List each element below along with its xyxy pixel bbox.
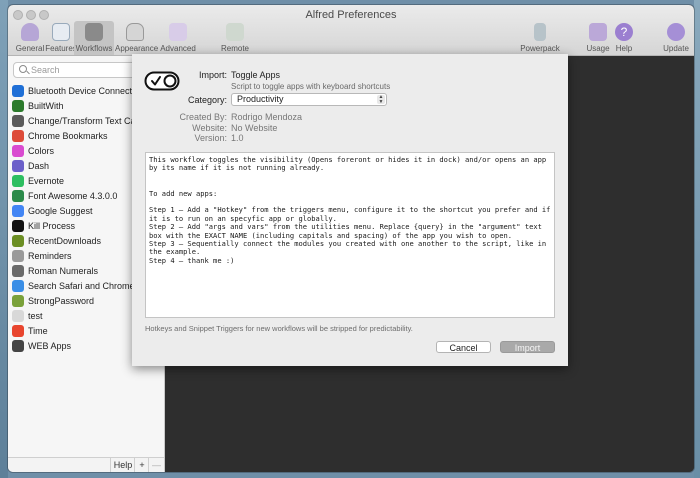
website-value: No Website <box>231 123 278 133</box>
window-title: Alfred Preferences <box>305 9 397 21</box>
chrome-icon <box>12 130 24 142</box>
lock-icon <box>12 295 24 307</box>
remove-workflow-button[interactable]: — <box>148 458 164 472</box>
workflow-description: This workflow toggles the visibility (Op… <box>149 155 551 265</box>
reminders-icon <box>12 250 24 262</box>
toolbar-powerpack[interactable]: Powerpack <box>518 21 562 55</box>
created-by-label: Created By: <box>179 112 227 122</box>
created-by-value: Rodrigo Mendoza <box>231 112 303 122</box>
desktop-background-left <box>0 0 8 478</box>
workflow-name-label: RecentDownloads <box>28 236 102 246</box>
desktop-background-right <box>694 0 700 478</box>
workflow-name: Toggle Apps <box>231 70 281 80</box>
update-icon <box>667 23 685 41</box>
workflow-name-label: Time <box>28 326 48 336</box>
window-titlebar: Alfred Preferences General Features Work… <box>8 5 694 56</box>
workflow-name-label: WEB Apps <box>28 341 72 351</box>
roman-numerals-icon <box>12 265 24 277</box>
workflow-name-label: Reminders <box>28 251 72 261</box>
toolbar-update-label: Update <box>663 44 689 53</box>
downloads-icon <box>12 235 24 247</box>
toolbar-appearance-label: Appearance <box>115 44 159 53</box>
workflow-name-label: Change/Transform Text Case <box>28 116 146 126</box>
evernote-icon <box>12 175 24 187</box>
colors-icon <box>12 145 24 157</box>
workflow-name-label: Dash <box>28 161 50 171</box>
bluetooth-icon <box>12 85 24 97</box>
website-label: Website: <box>192 123 227 133</box>
workflow-name-label: Google Suggest <box>28 206 93 216</box>
chevron-updown-icon: ▲ ▼ <box>377 94 385 105</box>
workflows-icon <box>85 23 103 41</box>
workflow-name-label: Font Awesome 4.3.0.0 <box>28 191 118 201</box>
import-button[interactable]: Import <box>500 341 555 353</box>
workflow-name-label: test <box>28 311 43 321</box>
toolbar-update[interactable]: Update <box>656 21 694 55</box>
version-value: 1.0 <box>231 133 244 143</box>
toolbar-workflows[interactable]: Workflows <box>74 21 114 55</box>
toolbar-help-label: Help <box>615 44 633 53</box>
toolbar-advanced[interactable]: Advanced <box>158 21 198 55</box>
advanced-icon <box>169 23 187 41</box>
help-button[interactable]: Help <box>110 458 135 472</box>
workflow-name-label: Evernote <box>28 176 65 186</box>
category-label: Category: <box>187 95 227 105</box>
toolbar-powerpack-label: Powerpack <box>520 44 560 53</box>
import-workflow-sheet: Import: Toggle Apps Script to toggle app… <box>132 54 568 366</box>
workflow-description-box[interactable]: This workflow toggles the visibility (Op… <box>145 152 555 318</box>
text-case-icon <box>12 115 24 127</box>
toolbar-remote-label: Remote <box>220 44 249 53</box>
workflow-name-label: Colors <box>28 146 55 156</box>
toolbar-help[interactable]: ? Help <box>604 21 644 55</box>
toolbar-appearance[interactable]: Appearance <box>115 21 159 55</box>
workflow-name-label: Bluetooth Device Connector <box>28 86 141 96</box>
web-apps-icon <box>12 340 24 352</box>
workflow-name-label: Roman Numerals <box>28 266 99 276</box>
remote-icon <box>226 23 244 41</box>
toolbar-workflows-label: Workflows <box>75 44 113 53</box>
workflow-subtitle: Script to toggle apps with keyboard shor… <box>231 82 391 91</box>
category-value: Productivity <box>237 94 284 104</box>
powerpack-icon <box>534 23 546 41</box>
features-icon <box>52 23 70 41</box>
workflow-name-label: BuiltWith <box>28 101 64 111</box>
general-hat-icon <box>21 23 39 41</box>
kill-process-icon <box>12 220 24 232</box>
google-icon <box>12 205 24 217</box>
toolbar-advanced-label: Advanced <box>160 44 196 53</box>
workflow-name-label: StrongPassword <box>28 296 95 306</box>
dash-icon <box>12 160 24 172</box>
toolbar-remote[interactable]: Remote <box>215 21 255 55</box>
help-icon: ? <box>615 23 633 41</box>
search-icon <box>19 65 27 73</box>
stripped-triggers-note: Hotkeys and Snippet Triggers for new wor… <box>145 324 413 333</box>
font-awesome-icon <box>12 190 24 202</box>
appearance-icon <box>126 23 144 41</box>
clock-icon <box>12 325 24 337</box>
workflow-name-label: Chrome Bookmarks <box>28 131 108 141</box>
workflow-name-label: Kill Process <box>28 221 76 231</box>
version-label: Version: <box>194 133 227 143</box>
blank-icon <box>12 310 24 322</box>
category-select[interactable]: Productivity ▲ ▼ <box>231 93 387 106</box>
import-label: Import: <box>198 70 227 80</box>
safari-icon <box>12 280 24 292</box>
add-workflow-button[interactable]: + <box>134 458 149 472</box>
builtwith-icon <box>12 100 24 112</box>
cancel-button[interactable]: Cancel <box>436 341 491 353</box>
sidebar-footer: Help + — <box>8 457 164 472</box>
